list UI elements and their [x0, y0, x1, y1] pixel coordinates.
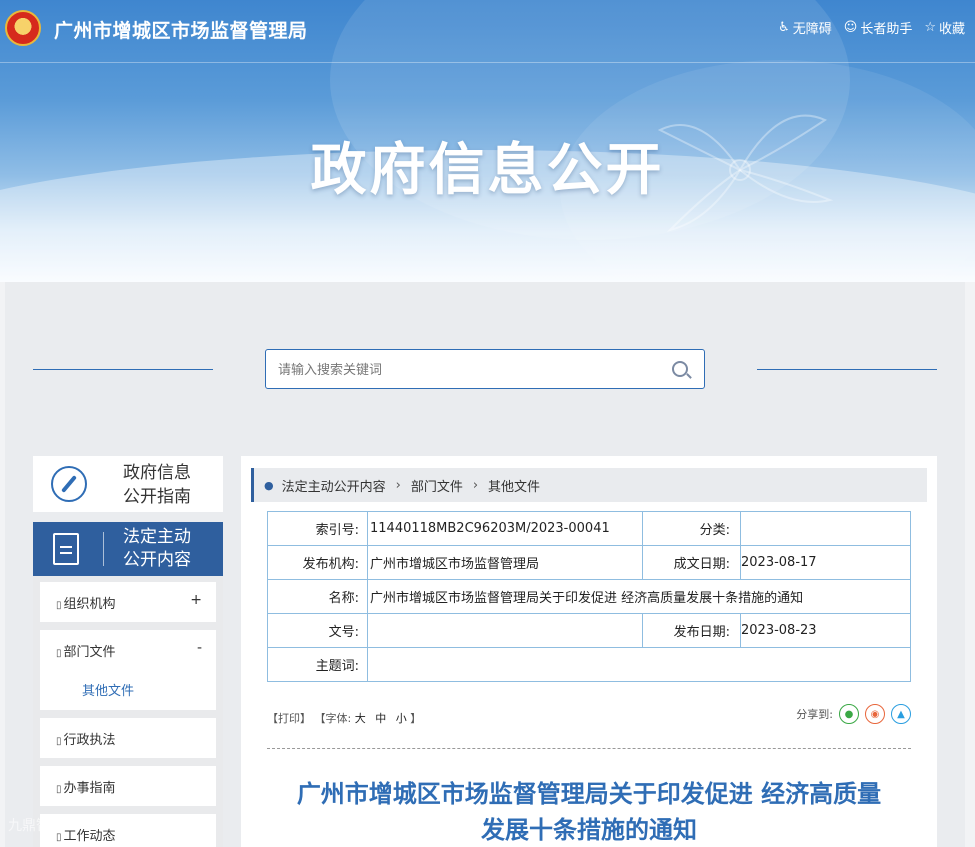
sidebar-item-organization[interactable]: 组织机构 +	[40, 582, 216, 622]
sidebar-item-label: 办事指南	[56, 777, 116, 796]
elderly-assistant-label: 长者助手	[860, 22, 913, 37]
national-emblem-icon: ★	[5, 10, 41, 46]
meta-value: 2023-08-23	[740, 613, 911, 648]
article-title: 广州市增城区市场监督管理局关于印发促进 经济高质量 发展十条措施的通知	[267, 776, 911, 847]
header-banner: ★ 广州市增城区市场监督管理局 ♿ 无障碍 ☺ 长者助手 ☆ 收藏 政府信息公开	[0, 0, 975, 282]
main-panel: 政府信息 公开指南 法定主动 公开内容 组织机构 + 部门文件 - 其他文件	[5, 282, 965, 847]
meta-label: 分类:	[642, 511, 741, 546]
elderly-icon: ☺	[843, 20, 858, 35]
article-title-line1: 广州市增城区市场监督管理局关于印发促进 经济高质量	[296, 780, 882, 808]
chevron-right-icon: ›	[472, 477, 479, 493]
site-title[interactable]: 广州市增城区市场监督管理局	[54, 16, 308, 43]
sidebar-item-work-news[interactable]: 工作动态	[40, 814, 216, 847]
divider	[103, 532, 104, 566]
share-bar: 分享到: ● ◉ ▲	[796, 704, 911, 724]
breadcrumb-item[interactable]: 部门文件	[411, 476, 463, 495]
active-label-line2: 公开内容	[123, 550, 191, 570]
meta-value	[367, 613, 643, 648]
favorite-label: 收藏	[938, 22, 965, 37]
table-row: 索引号: 11440118MB2C96203M/2023-00041 分类:	[267, 511, 911, 546]
sidebar-item-label: 组织机构	[56, 593, 116, 612]
sidebar-item-label: 部门文件	[56, 641, 116, 660]
sidebar-list: 组织机构 + 部门文件 - 其他文件 行政执法 办事指南 工作动态	[33, 576, 223, 847]
meta-value	[367, 647, 911, 682]
banner-title: 政府信息公开	[310, 138, 665, 203]
meta-value: 11440118MB2C96203M/2023-00041	[367, 511, 643, 546]
table-row: 文号: 发布日期: 2023-08-23	[267, 613, 911, 648]
table-row: 发布机构: 广州市增城区市场监督管理局 成文日期: 2023-08-17	[267, 545, 911, 580]
chevron-right-icon: ›	[395, 477, 401, 493]
document-icon	[53, 533, 79, 565]
font-size-suffix: 】	[410, 712, 422, 725]
search-box	[265, 349, 705, 389]
meta-label: 发布机构:	[267, 545, 368, 580]
accessibility-icon: ♿	[778, 20, 790, 35]
sidebar-item-department-docs[interactable]: 部门文件 - 其他文件	[40, 630, 216, 710]
weibo-share-icon[interactable]: ◉	[865, 704, 885, 724]
table-row: 名称: 广州市增城区市场监督管理局关于印发促进 经济高质量发展十条措施的通知	[267, 579, 911, 614]
meta-label: 成文日期:	[642, 545, 741, 580]
meta-value	[740, 511, 911, 546]
decorative-line	[33, 369, 213, 370]
sidebar-item-law-enforcement[interactable]: 行政执法	[40, 718, 216, 758]
guide-label: 政府信息 公开指南	[123, 461, 191, 509]
compass-icon	[51, 466, 87, 502]
meta-label: 名称:	[267, 579, 368, 614]
sidebar-active-category[interactable]: 法定主动 公开内容	[33, 522, 223, 576]
content-area: ● 法定主动公开内容 › 部门文件 › 其他文件 索引号: 11440118MB…	[241, 456, 937, 847]
top-bar: ★ 广州市增城区市场监督管理局 ♿ 无障碍 ☺ 长者助手 ☆ 收藏	[0, 0, 975, 58]
breadcrumb: ● 法定主动公开内容 › 部门文件 › 其他文件	[251, 468, 927, 502]
sidebar-guide[interactable]: 政府信息 公开指南	[33, 456, 223, 512]
favorite-link[interactable]: ☆ 收藏	[924, 18, 965, 37]
active-category-label: 法定主动 公开内容	[123, 526, 191, 572]
sidebar: 政府信息 公开指南 法定主动 公开内容 组织机构 + 部门文件 - 其他文件	[33, 456, 223, 847]
article-tools: 【打印】 【字体: 大 中 小 】	[267, 710, 421, 726]
collapse-toggle[interactable]: -	[197, 640, 202, 656]
wechat-share-icon[interactable]: ●	[839, 704, 859, 724]
meta-value: 广州市增城区市场监督管理局关于印发促进 经济高质量发展十条措施的通知	[367, 579, 911, 614]
sidebar-item-label: 行政执法	[56, 729, 116, 748]
search-input[interactable]	[278, 359, 648, 381]
guide-label-line2: 公开指南	[123, 487, 191, 507]
table-row: 主题词:	[267, 647, 911, 682]
divider	[0, 62, 975, 63]
print-button[interactable]: 【打印】	[267, 712, 311, 725]
search-row	[5, 348, 965, 389]
expand-toggle[interactable]: +	[190, 592, 202, 608]
breadcrumb-item[interactable]: 法定主动公开内容	[282, 476, 386, 495]
breadcrumb-item[interactable]: 其他文件	[488, 476, 540, 495]
watermark: 九鼎智慧	[8, 818, 64, 834]
font-large-button[interactable]: 大	[355, 712, 366, 725]
sidebar-subitem-other-docs[interactable]: 其他文件	[82, 680, 134, 699]
accessibility-label: 无障碍	[792, 22, 832, 37]
location-pin-icon: ●	[264, 478, 274, 492]
divider	[267, 748, 911, 749]
top-links: ♿ 无障碍 ☺ 长者助手 ☆ 收藏	[778, 18, 965, 37]
meta-label: 索引号:	[267, 511, 368, 546]
qq-share-icon[interactable]: ▲	[891, 704, 911, 724]
search-icon[interactable]	[672, 361, 688, 377]
font-medium-button[interactable]: 中	[375, 712, 386, 725]
meta-label: 主题词:	[267, 647, 368, 682]
elderly-assistant-link[interactable]: ☺ 长者助手	[844, 18, 913, 37]
meta-label: 文号:	[267, 613, 368, 648]
sidebar-item-service-guide[interactable]: 办事指南	[40, 766, 216, 806]
active-label-line1: 法定主动	[123, 527, 191, 547]
document-meta-table: 索引号: 11440118MB2C96203M/2023-00041 分类: 发…	[267, 511, 911, 682]
meta-value: 2023-08-17	[740, 545, 911, 580]
font-size-label: 【字体:	[314, 712, 352, 725]
star-icon: ☆	[924, 20, 936, 35]
meta-label: 发布日期:	[642, 613, 741, 648]
sidebar-item-label: 工作动态	[56, 825, 116, 844]
share-label: 分享到:	[796, 708, 833, 721]
accessibility-link[interactable]: ♿ 无障碍	[778, 18, 832, 37]
meta-value: 广州市增城区市场监督管理局	[367, 545, 643, 580]
guide-label-line1: 政府信息	[123, 463, 191, 483]
article-title-line2: 发展十条措施的通知	[481, 816, 697, 844]
decorative-line	[757, 369, 937, 370]
font-small-button[interactable]: 小	[396, 712, 407, 725]
